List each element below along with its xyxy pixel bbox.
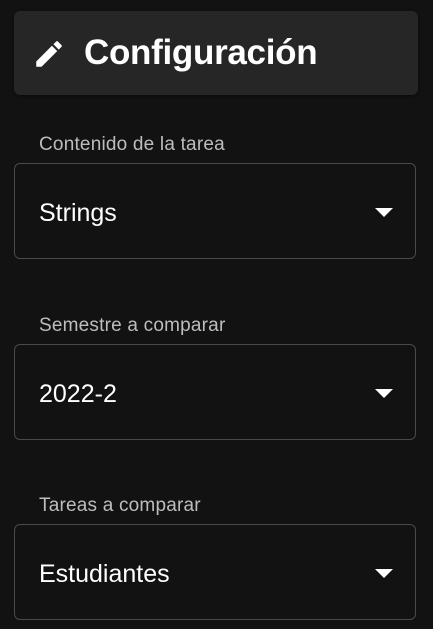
semester-select-value: 2022-2: [39, 380, 117, 408]
semester-select[interactable]: 2022-2: [14, 344, 416, 440]
semester-select-label: Semestre a comparar: [39, 315, 226, 336]
configuration-panel: Configuración Contenido de la tarea Stri…: [0, 0, 433, 629]
dropdown-arrow-icon: [375, 569, 393, 578]
dropdown-arrow-icon: [375, 389, 393, 398]
content-select-value: Strings: [39, 199, 117, 227]
dropdown-arrow-icon: [375, 208, 393, 217]
config-header: Configuración: [14, 11, 418, 95]
pencil-icon: [32, 37, 66, 71]
tasks-select[interactable]: Estudiantes: [14, 524, 416, 620]
content-select[interactable]: Strings: [14, 163, 416, 259]
tasks-select-label: Tareas a comparar: [39, 495, 201, 516]
page-title: Configuración: [84, 33, 318, 72]
tasks-select-value: Estudiantes: [39, 560, 170, 588]
content-select-label: Contenido de la tarea: [39, 134, 225, 155]
